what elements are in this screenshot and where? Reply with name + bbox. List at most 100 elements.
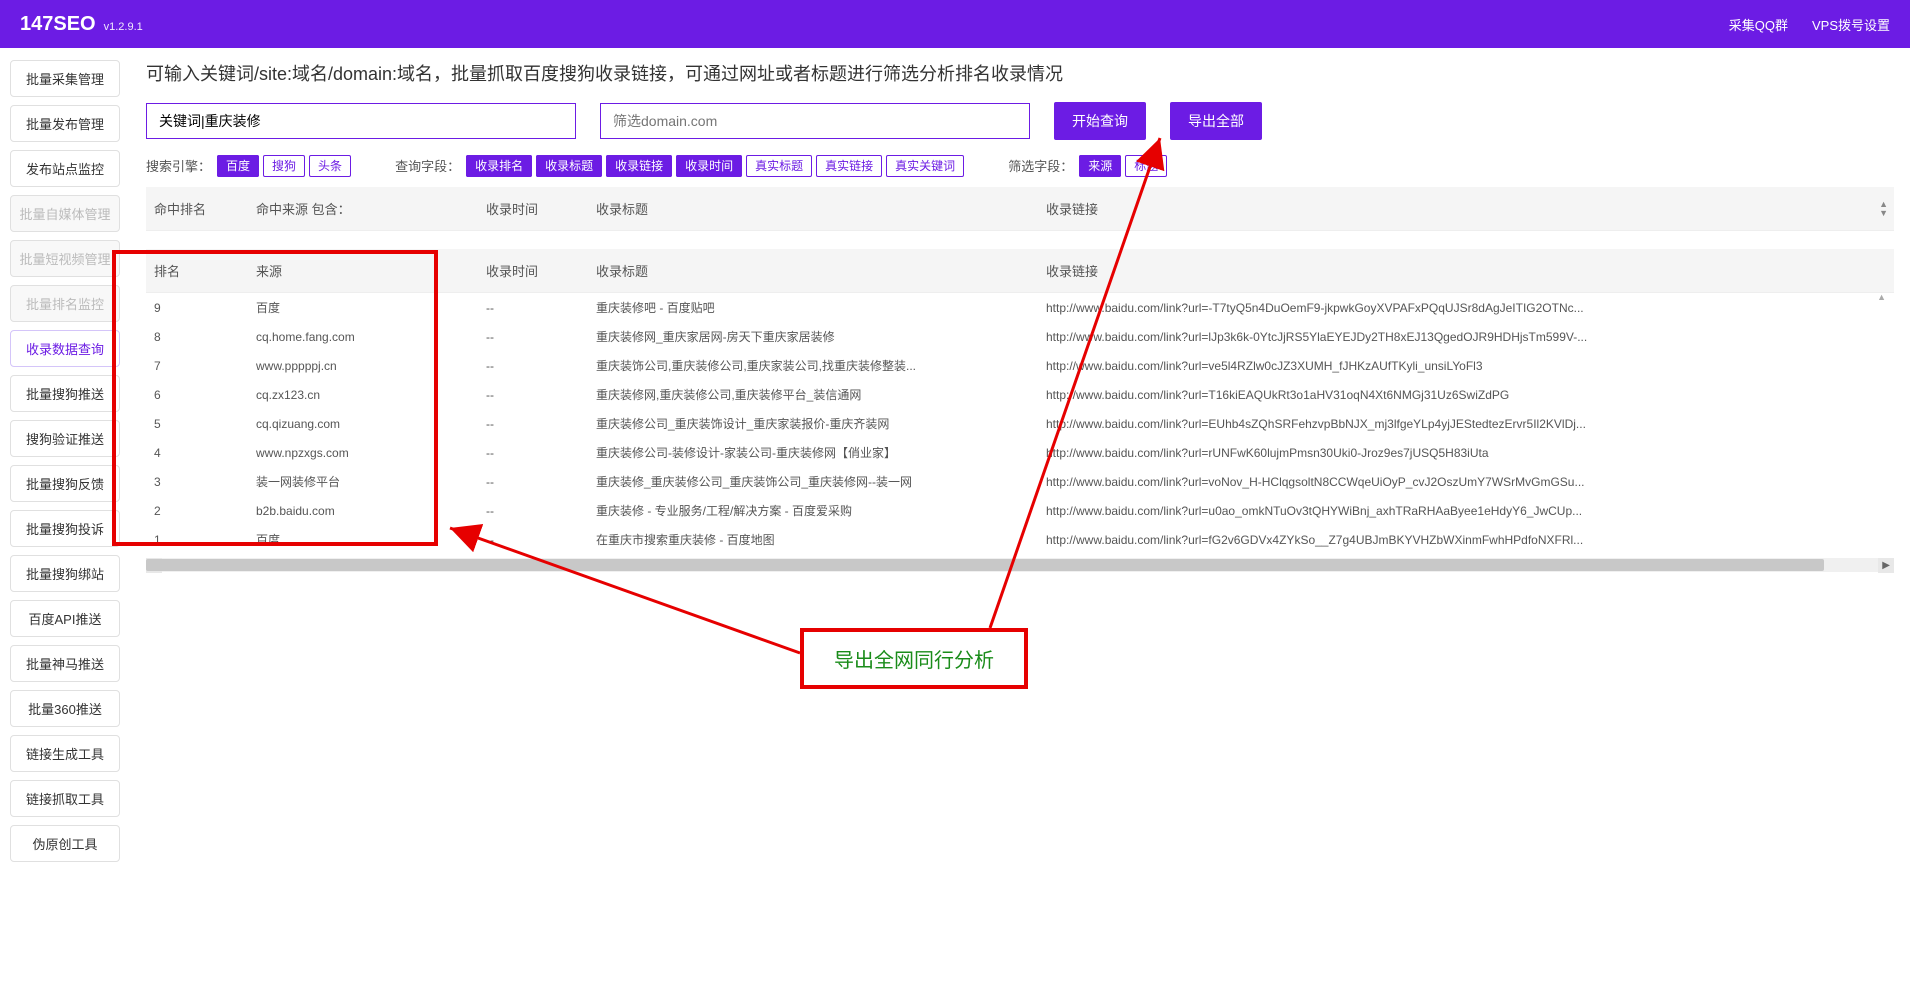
cell-link: http://www.baidu.com/link?url=ve5l4RZlw0… <box>1046 359 1894 373</box>
query-button[interactable]: 开始查询 <box>1054 102 1146 140</box>
queryfield-filter: 查询字段： 收录排名收录标题收录链接收录时间真实标题真实链接真实关键词 <box>395 156 968 175</box>
version: v1.2.9.1 <box>104 21 143 33</box>
scroll-updown-icon[interactable]: ▲▼ <box>1879 200 1888 218</box>
cell-time: -- <box>486 388 596 402</box>
sidebar-item-14[interactable]: 批量360推送 <box>10 690 120 727</box>
cell-source: www.pppppj.cn <box>256 359 486 373</box>
sidebar-item-3[interactable]: 批量自媒体管理 <box>10 195 120 232</box>
sidebar-item-6[interactable]: 收录数据查询 <box>10 330 120 367</box>
scroll-right-icon[interactable]: ▶ <box>1878 558 1894 573</box>
header-links: 采集QQ群 VPS拨号设置 <box>1729 15 1890 34</box>
sidebar-item-7[interactable]: 批量搜狗推送 <box>10 375 120 412</box>
cell-title: 重庆装修吧 - 百度贴吧 <box>596 299 1046 316</box>
cell-link: http://www.baidu.com/link?url=u0ao_omkNT… <box>1046 504 1894 518</box>
cell-link: http://www.baidu.com/link?url=lJp3k6k-0Y… <box>1046 330 1894 344</box>
cell-link: http://www.baidu.com/link?url=fG2v6GDVx4… <box>1046 533 1894 547</box>
horizontal-scrollbar[interactable]: ◀ ▶ <box>146 558 1894 572</box>
cell-time: -- <box>486 533 596 547</box>
sidebar-item-5[interactable]: 批量排名监控 <box>10 285 120 322</box>
sidebar-item-4[interactable]: 批量短视频管理 <box>10 240 120 277</box>
sidebar-item-0[interactable]: 批量采集管理 <box>10 60 120 97</box>
table-row[interactable]: 3装一网装修平台--重庆装修_重庆装修公司_重庆装饰公司_重庆装修网--装一网h… <box>146 467 1894 496</box>
sidebar-item-2[interactable]: 发布站点监控 <box>10 150 120 187</box>
cell-rank: 4 <box>146 446 256 460</box>
sidebar-item-11[interactable]: 批量搜狗绑站 <box>10 555 120 592</box>
header-link-vps[interactable]: VPS拨号设置 <box>1812 15 1890 34</box>
keyword-input[interactable] <box>146 103 576 139</box>
filterfield-filter: 筛选字段： 来源标题 <box>1008 156 1171 175</box>
export-button[interactable]: 导出全部 <box>1170 102 1262 140</box>
cell-time: -- <box>486 417 596 431</box>
filterfield-tag-1[interactable]: 标题 <box>1125 155 1167 177</box>
cell-rank: 2 <box>146 504 256 518</box>
queryfield-tag-4[interactable]: 真实标题 <box>746 155 812 177</box>
cell-title: 重庆装修网_重庆家居网-房天下重庆家居装修 <box>596 328 1046 345</box>
cell-source: 百度 <box>256 299 486 316</box>
page-description: 可输入关键词/site:域名/domain:域名，批量抓取百度搜狗收录链接，可通… <box>146 60 1894 86</box>
queryfield-tag-1[interactable]: 收录标题 <box>536 155 602 177</box>
queryfield-tag-3[interactable]: 收录时间 <box>676 155 742 177</box>
sidebar-item-12[interactable]: 百度API推送 <box>10 600 120 637</box>
table-row[interactable]: 4www.npzxgs.com--重庆装修公司-装修设计-家装公司-重庆装修网【… <box>146 438 1894 467</box>
queryfield-tag-0[interactable]: 收录排名 <box>466 155 532 177</box>
sidebar-item-15[interactable]: 链接生成工具 <box>10 735 120 772</box>
table-row[interactable]: 7www.pppppj.cn--重庆装饰公司,重庆装修公司,重庆家装公司,找重庆… <box>146 351 1894 380</box>
cell-link: http://www.baidu.com/link?url=EUhb4sZQhS… <box>1046 417 1894 431</box>
cell-source: 装一网装修平台 <box>256 473 486 490</box>
cell-title: 重庆装修 - 专业服务/工程/解决方案 - 百度爱采购 <box>596 502 1046 519</box>
cell-time: -- <box>486 504 596 518</box>
sidebar-item-8[interactable]: 搜狗验证推送 <box>10 420 120 457</box>
engine-tag-1[interactable]: 搜狗 <box>263 155 305 177</box>
table-row[interactable]: 2b2b.baidu.com--重庆装修 - 专业服务/工程/解决方案 - 百度… <box>146 496 1894 525</box>
cell-rank: 3 <box>146 475 256 489</box>
data-header: 排名 来源 收录时间 收录标题 收录链接 <box>146 249 1894 293</box>
scrollbar-thumb[interactable] <box>146 559 1824 571</box>
cell-rank: 1 <box>146 533 256 547</box>
cell-rank: 5 <box>146 417 256 431</box>
cell-rank: 8 <box>146 330 256 344</box>
logo: 147SEO <box>20 13 96 36</box>
cell-time: -- <box>486 475 596 489</box>
queryfield-tag-6[interactable]: 真实关键词 <box>886 155 964 177</box>
summary-header: 命中排名 命中来源 包含： 收录时间 收录标题 收录链接 ▲▼ <box>146 187 1894 231</box>
table-row[interactable]: 9百度--重庆装修吧 - 百度贴吧http://www.baidu.com/li… <box>146 293 1894 322</box>
sidebar-item-16[interactable]: 链接抓取工具 <box>10 780 120 817</box>
table-row[interactable]: 8cq.home.fang.com--重庆装修网_重庆家居网-房天下重庆家居装修… <box>146 322 1894 351</box>
table-row[interactable]: 1百度--在重庆市搜索重庆装修 - 百度地图http://www.baidu.c… <box>146 525 1894 554</box>
cell-source: b2b.baidu.com <box>256 504 486 518</box>
cell-title: 重庆装修_重庆装修公司_重庆装饰公司_重庆装修网--装一网 <box>596 473 1046 490</box>
cell-time: -- <box>486 330 596 344</box>
header-link-qq[interactable]: 采集QQ群 <box>1729 15 1788 34</box>
cell-title: 重庆装饰公司,重庆装修公司,重庆家装公司,找重庆装修整装... <box>596 357 1046 374</box>
cell-title: 重庆装修网,重庆装修公司,重庆装修平台_装信通网 <box>596 386 1046 403</box>
cell-source: www.npzxgs.com <box>256 446 486 460</box>
cell-rank: 6 <box>146 388 256 402</box>
cell-link: http://www.baidu.com/link?url=rUNFwK60lu… <box>1046 446 1894 460</box>
table-row[interactable]: 5cq.qizuang.com--重庆装修公司_重庆装饰设计_重庆家装报价-重庆… <box>146 409 1894 438</box>
cell-time: -- <box>486 359 596 373</box>
filterfield-tag-0[interactable]: 来源 <box>1079 155 1121 177</box>
sidebar-item-9[interactable]: 批量搜狗反馈 <box>10 465 120 502</box>
engine-tag-2[interactable]: 头条 <box>309 155 351 177</box>
queryfield-tag-2[interactable]: 收录链接 <box>606 155 672 177</box>
cell-link: http://www.baidu.com/link?url=T16kiEAQUk… <box>1046 388 1894 402</box>
cell-title: 重庆装修公司_重庆装饰设计_重庆家装报价-重庆齐装网 <box>596 415 1046 432</box>
cell-link: http://www.baidu.com/link?url=voNov_H-HC… <box>1046 475 1894 489</box>
annotation-export-label: 导出全网同行分析 <box>800 628 1028 689</box>
engine-tag-0[interactable]: 百度 <box>217 155 259 177</box>
sidebar-item-13[interactable]: 批量神马推送 <box>10 645 120 682</box>
cell-rank: 9 <box>146 301 256 315</box>
sidebar-item-10[interactable]: 批量搜狗投诉 <box>10 510 120 547</box>
sidebar: 批量采集管理批量发布管理发布站点监控批量自媒体管理批量短视频管理批量排名监控收录… <box>0 48 130 874</box>
vscroll-icon[interactable]: ▲ <box>1877 293 1886 302</box>
cell-time: -- <box>486 301 596 315</box>
sidebar-item-1[interactable]: 批量发布管理 <box>10 105 120 142</box>
queryfield-tag-5[interactable]: 真实链接 <box>816 155 882 177</box>
table-row[interactable]: 6cq.zx123.cn--重庆装修网,重庆装修公司,重庆装修平台_装信通网ht… <box>146 380 1894 409</box>
cell-rank: 7 <box>146 359 256 373</box>
app-header: 147SEO v1.2.9.1 采集QQ群 VPS拨号设置 <box>0 0 1910 48</box>
main-content: 可输入关键词/site:域名/domain:域名，批量抓取百度搜狗收录链接，可通… <box>130 48 1910 874</box>
filter-input[interactable] <box>600 103 1030 139</box>
cell-link: http://www.baidu.com/link?url=-T7tyQ5n4D… <box>1046 301 1894 315</box>
sidebar-item-17[interactable]: 伪原创工具 <box>10 825 120 862</box>
